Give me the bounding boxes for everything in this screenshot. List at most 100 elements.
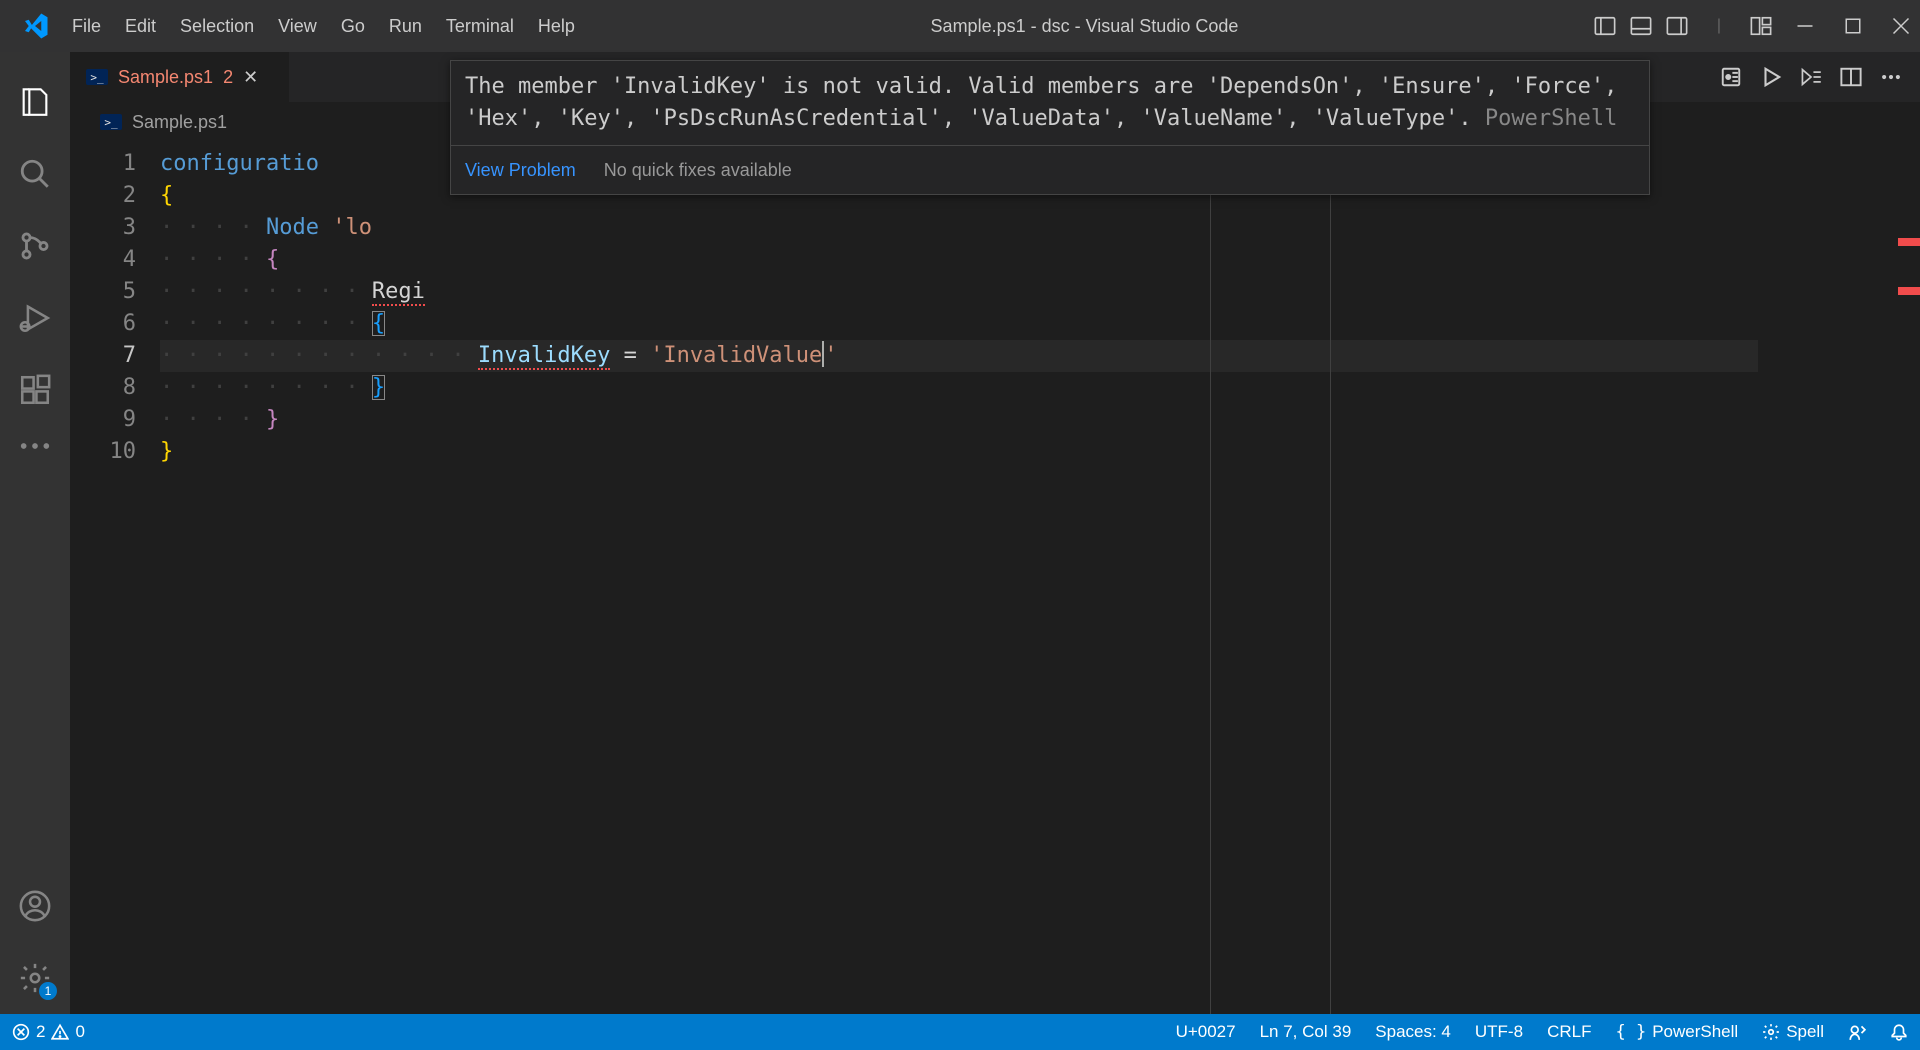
run-selection-icon[interactable] (1800, 66, 1822, 88)
token-brace: { (160, 183, 173, 208)
status-codepoint[interactable]: U+0027 (1164, 1014, 1248, 1050)
tab-problem-count: 2 (223, 67, 233, 88)
status-bar: 2 0 U+0027 Ln 7, Col 39 Spaces: 4 UTF-8 … (0, 1014, 1920, 1050)
menu-bar: File Edit Selection View Go Run Terminal… (72, 16, 575, 37)
token-brace: } (160, 439, 173, 464)
code-line: · · · · · · · · { (160, 308, 1758, 340)
accounts-icon[interactable] (15, 886, 55, 926)
indent-guide: · · · · (160, 407, 266, 432)
menu-view[interactable]: View (278, 16, 317, 37)
line-number: 9 (70, 404, 136, 436)
indent-guide: · · · · (160, 215, 266, 240)
minimize-icon[interactable] (1796, 17, 1814, 35)
breadcrumb-file: Sample.ps1 (132, 112, 227, 133)
toggle-sidebar-right-icon[interactable] (1666, 15, 1688, 37)
menu-selection[interactable]: Selection (180, 16, 254, 37)
menu-help[interactable]: Help (538, 16, 575, 37)
line-number: 8 (70, 372, 136, 404)
token-operator: = (610, 343, 650, 368)
toggle-sidebar-left-icon[interactable] (1594, 15, 1616, 37)
separator: | (1708, 15, 1730, 37)
warning-count: 0 (75, 1022, 84, 1042)
tab-close-icon[interactable]: ✕ (243, 67, 258, 88)
window-controls (1796, 17, 1910, 35)
code-line: · · · · { (160, 244, 1758, 276)
indent-guide: · · · · · · · · (160, 279, 372, 304)
status-problems[interactable]: 2 0 (0, 1014, 97, 1050)
no-quick-fix-label: No quick fixes available (604, 154, 792, 186)
status-eol[interactable]: CRLF (1535, 1014, 1603, 1050)
explorer-icon[interactable] (15, 82, 55, 122)
hover-text: The member 'InvalidKey' is not valid. Va… (465, 74, 1617, 131)
powershell-file-icon: >_ (86, 69, 108, 85)
line-number: 7 (70, 340, 136, 372)
status-feedback[interactable] (1836, 1014, 1878, 1050)
editor-ruler (1330, 142, 1331, 1014)
status-encoding[interactable]: UTF-8 (1463, 1014, 1535, 1050)
status-spell[interactable]: Spell (1750, 1014, 1836, 1050)
maximize-icon[interactable] (1844, 17, 1862, 35)
token-error: Regi (372, 279, 425, 306)
line-number: 2 (70, 180, 136, 212)
tab-sample-ps1[interactable]: >_ Sample.ps1 2 ✕ (70, 52, 290, 102)
hover-popup: The member 'InvalidKey' is not valid. Va… (450, 60, 1650, 195)
indent-guide: · · · · (160, 247, 266, 272)
editor-body[interactable]: 1 2 3 4 5 6 7 8 9 10 configuratio { · · … (70, 142, 1920, 1014)
code-line: · · · · Node 'lo (160, 212, 1758, 244)
close-icon[interactable] (1892, 17, 1910, 35)
customize-layout-icon[interactable] (1750, 15, 1772, 37)
compare-changes-icon[interactable] (1720, 66, 1742, 88)
run-file-icon[interactable] (1760, 66, 1782, 88)
token-string: 'lo (332, 215, 372, 240)
line-number: 6 (70, 308, 136, 340)
gutter: 1 2 3 4 5 6 7 8 9 10 (70, 142, 160, 1014)
code-line: · · · · · · · · } (160, 372, 1758, 404)
toggle-panel-icon[interactable] (1630, 15, 1652, 37)
source-control-icon[interactable] (15, 226, 55, 266)
settings-gear-icon[interactable]: 1 (15, 958, 55, 998)
editor-ruler (1210, 142, 1211, 1014)
overview-ruler[interactable] (1898, 142, 1920, 1014)
minimap[interactable] (1758, 142, 1898, 1014)
braces-icon: { } (1615, 1022, 1646, 1042)
menu-file[interactable]: File (72, 16, 101, 37)
code-area[interactable]: configuratio { · · · · Node 'lo · · · · … (160, 142, 1758, 1014)
line-number: 1 (70, 148, 136, 180)
indent-guide: · · · · · · · · · · · · (160, 343, 478, 368)
status-cursor[interactable]: Ln 7, Col 39 (1248, 1014, 1364, 1050)
token-brace: } (266, 407, 279, 432)
tab-label: Sample.ps1 (118, 67, 213, 88)
more-icon[interactable] (15, 436, 55, 456)
token-error: InvalidKey (478, 343, 610, 370)
status-notifications[interactable] (1878, 1014, 1920, 1050)
menu-run[interactable]: Run (389, 16, 422, 37)
bell-icon (1890, 1023, 1908, 1041)
error-count: 2 (36, 1022, 45, 1042)
code-line: · · · · · · · · Regi (160, 276, 1758, 308)
hover-message: The member 'InvalidKey' is not valid. Va… (451, 61, 1649, 145)
view-problem-link[interactable]: View Problem (465, 154, 576, 186)
line-number: 3 (70, 212, 136, 244)
line-number: 10 (70, 436, 136, 468)
status-indent[interactable]: Spaces: 4 (1363, 1014, 1463, 1050)
menu-go[interactable]: Go (341, 16, 365, 37)
status-language[interactable]: { } PowerShell (1603, 1014, 1750, 1050)
token-brace: { (372, 311, 385, 336)
extensions-icon[interactable] (15, 370, 55, 410)
line-number: 4 (70, 244, 136, 276)
indent-guide: · · · · · · · · (160, 311, 372, 336)
token-string: InvalidValue (663, 343, 822, 368)
hover-actions: View Problem No quick fixes available (451, 145, 1649, 194)
split-editor-icon[interactable] (1840, 66, 1862, 88)
menu-terminal[interactable]: Terminal (446, 16, 514, 37)
menu-edit[interactable]: Edit (125, 16, 156, 37)
error-icon (12, 1023, 30, 1041)
indent-guide: · · · · · · · · (160, 375, 372, 400)
token-keyword: Node (266, 215, 319, 240)
more-actions-icon[interactable] (1880, 66, 1902, 88)
line-number: 5 (70, 276, 136, 308)
run-debug-icon[interactable] (15, 298, 55, 338)
search-icon[interactable] (15, 154, 55, 194)
token-keyword: configuratio (160, 151, 319, 176)
settings-badge: 1 (39, 982, 57, 1000)
